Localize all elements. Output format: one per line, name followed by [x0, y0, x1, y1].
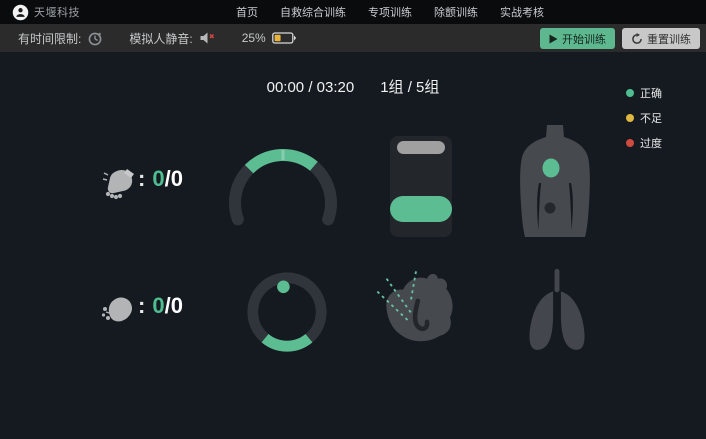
depth-target-zone [390, 196, 452, 222]
battery-icon [272, 32, 297, 44]
legend-excessive: 过度 [626, 135, 662, 151]
legend-excessive-label: 过度 [640, 135, 662, 151]
start-button-label: 开始训练 [562, 31, 606, 47]
clock-icon[interactable] [87, 30, 103, 46]
compression-depth-indicator [390, 136, 452, 237]
mute-group: 模拟人静音: [129, 30, 215, 47]
depth-marker [397, 141, 445, 154]
ventilation-counter: :0/0 [138, 293, 183, 319]
lungs-icon [513, 266, 601, 359]
toolbar-buttons: 开始训练 重置训练 [540, 28, 700, 49]
nav-item-defib-training[interactable]: 除颤训练 [434, 4, 478, 20]
result-legend: 正确 不足 过度 [626, 85, 662, 151]
compression-counter: :0/0 [138, 166, 183, 192]
main-panel: 00:00 / 03:201组 / 5组 正确 不足 过度 :0/0 [0, 52, 706, 439]
reset-training-button[interactable]: 重置训练 [622, 28, 700, 49]
brand-name: 天堰科技 [34, 4, 80, 20]
ventilation-volume-gauge [242, 265, 332, 364]
legend-insufficient: 不足 [626, 110, 662, 126]
session-cycle: 1组 / 5组 [380, 79, 439, 96]
compression-count-total: /0 [165, 166, 183, 191]
time-limit-group: 有时间限制: [18, 30, 103, 47]
start-training-button[interactable]: 开始训练 [540, 28, 615, 49]
breath-ventilation-icon [100, 292, 136, 333]
compression-counter-colon: : [138, 166, 145, 191]
reset-button-label: 重置训练 [647, 31, 691, 47]
head-airway-icon [370, 264, 462, 361]
play-icon [549, 34, 558, 44]
excessive-dot-icon [626, 139, 634, 147]
session-timer: 00:00 / 03:20 [267, 79, 355, 96]
insufficient-dot-icon [626, 114, 634, 122]
top-nav-menu: 首页 自救综合训练 专项训练 除颤训练 实战考核 [236, 0, 544, 24]
nav-item-practical-assessment[interactable]: 实战考核 [500, 4, 544, 20]
compression-count-current: 0 [152, 166, 164, 191]
top-nav-bar: 天堰科技 首页 自救综合训练 专项训练 除颤训练 实战考核 [0, 0, 706, 24]
nav-item-home[interactable]: 首页 [236, 4, 258, 20]
ventilation-counter-colon: : [138, 293, 145, 318]
legend-correct-label: 正确 [640, 85, 662, 101]
ventilation-count-current: 0 [152, 293, 164, 318]
speaker-muted-icon[interactable] [199, 31, 216, 45]
correct-dot-icon [626, 89, 634, 97]
brand: 天堰科技 [12, 4, 80, 21]
battery-percent: 25% [242, 31, 266, 45]
session-status: 00:00 / 03:20 1组 / 5组 [0, 76, 706, 97]
battery-group: 25% [242, 31, 297, 45]
time-limit-label: 有时间限制: [18, 30, 81, 47]
torso-silhouette-icon [505, 123, 605, 243]
toolbar: 有时间限制: 模拟人静音: 25% [0, 24, 706, 52]
legend-insufficient-label: 不足 [640, 110, 662, 126]
ventilation-count-total: /0 [165, 293, 183, 318]
legend-correct: 正确 [626, 85, 662, 101]
reset-icon [631, 33, 643, 45]
brand-logo-icon [12, 4, 29, 21]
compression-rate-gauge [223, 143, 343, 268]
nav-item-comprehensive-training[interactable]: 自救综合训练 [280, 4, 346, 20]
nav-item-special-training[interactable]: 专项训练 [368, 4, 412, 20]
mute-label: 模拟人静音: [129, 30, 192, 47]
hands-compression-icon [101, 165, 137, 206]
